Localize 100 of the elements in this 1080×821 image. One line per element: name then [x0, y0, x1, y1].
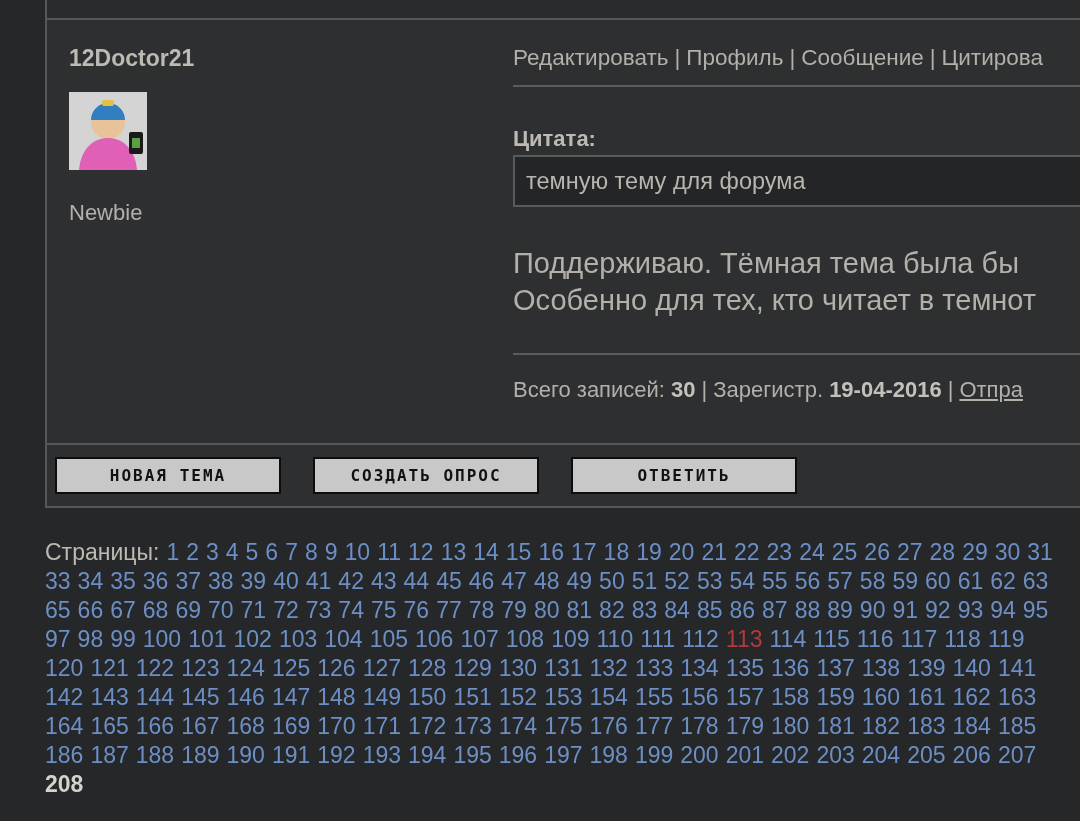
page-link[interactable]: 94: [990, 596, 1016, 625]
page-link[interactable]: 91: [892, 596, 919, 625]
page-link[interactable]: 186: [45, 741, 84, 770]
page-link[interactable]: 83: [631, 596, 658, 625]
page-link[interactable]: 187: [90, 741, 129, 770]
page-link[interactable]: 195: [453, 741, 492, 770]
page-link[interactable]: 199: [634, 741, 674, 770]
page-link[interactable]: 154: [589, 683, 628, 712]
page-link[interactable]: 134: [680, 654, 719, 683]
page-link[interactable]: 132: [589, 654, 628, 683]
page-link[interactable]: 34: [77, 567, 104, 596]
page-link[interactable]: 11: [377, 538, 402, 567]
page-link[interactable]: 133: [634, 654, 674, 683]
page-link[interactable]: 89: [827, 596, 853, 625]
page-link[interactable]: 108: [505, 625, 545, 654]
page-link[interactable]: 86: [729, 596, 756, 625]
page-link[interactable]: 46: [468, 567, 495, 596]
page-link[interactable]: 15: [505, 538, 532, 567]
page-link[interactable]: 107: [460, 625, 499, 654]
page-link[interactable]: 127: [362, 654, 401, 683]
page-link[interactable]: 3: [205, 538, 219, 567]
forum-button[interactable]: НОВАЯ ТЕМА: [55, 457, 281, 494]
page-link[interactable]: 22: [733, 538, 760, 567]
page-link[interactable]: 2: [186, 538, 199, 567]
page-link[interactable]: 156: [680, 683, 719, 712]
forum-button[interactable]: ОТВЕТИТЬ: [571, 457, 797, 494]
page-link[interactable]: 24: [799, 538, 825, 567]
page-link[interactable]: 136: [771, 654, 810, 683]
page-link[interactable]: 192: [317, 741, 356, 770]
page-link[interactable]: 104: [324, 625, 363, 654]
page-link[interactable]: 202: [771, 741, 810, 770]
page-link[interactable]: 80: [533, 596, 560, 625]
page-link[interactable]: 26: [864, 538, 890, 567]
page-link[interactable]: 62: [990, 567, 1016, 596]
page-link[interactable]: 42: [338, 567, 364, 596]
page-link[interactable]: 90: [859, 596, 886, 625]
page-link[interactable]: 117: [900, 625, 938, 654]
page-link[interactable]: 201: [725, 741, 764, 770]
page-link[interactable]: 97: [45, 625, 71, 654]
page-link[interactable]: 13: [440, 538, 467, 567]
page-link[interactable]: 166: [135, 712, 175, 741]
page-link[interactable]: 25: [831, 538, 858, 567]
page-link[interactable]: 102: [233, 625, 272, 654]
page-link[interactable]: 18: [603, 538, 630, 567]
page-link[interactable]: 204: [861, 741, 901, 770]
page-link[interactable]: 161: [907, 683, 946, 712]
page-link[interactable]: 200: [680, 741, 719, 770]
page-link[interactable]: 207: [997, 741, 1037, 770]
page-link[interactable]: 153: [544, 683, 583, 712]
page-link[interactable]: 137: [816, 654, 855, 683]
page-link[interactable]: 10: [344, 538, 371, 567]
page-link[interactable]: 60: [925, 567, 951, 596]
page-link[interactable]: 7: [285, 538, 298, 567]
post-action-link[interactable]: Профиль: [686, 44, 784, 72]
page-link[interactable]: 44: [403, 567, 430, 596]
page-link[interactable]: 45: [436, 567, 462, 596]
page-link[interactable]: 78: [468, 596, 495, 625]
page-link[interactable]: 63: [1022, 567, 1049, 596]
page-link[interactable]: 61: [957, 567, 984, 596]
page-link[interactable]: 170: [317, 712, 356, 741]
page-link[interactable]: 113: [725, 625, 763, 654]
page-link[interactable]: 93: [957, 596, 984, 625]
page-link[interactable]: 103: [278, 625, 318, 654]
page-link[interactable]: 123: [181, 654, 220, 683]
page-link[interactable]: 101: [188, 625, 227, 654]
page-link[interactable]: 100: [142, 625, 182, 654]
page-link[interactable]: 163: [997, 683, 1037, 712]
page-link[interactable]: 53: [696, 567, 723, 596]
page-link[interactable]: 177: [634, 712, 674, 741]
page-link[interactable]: 29: [962, 538, 988, 567]
page-link[interactable]: 77: [436, 596, 462, 625]
page-link[interactable]: 66: [77, 596, 104, 625]
page-link[interactable]: 206: [952, 741, 991, 770]
page-link[interactable]: 87: [762, 596, 788, 625]
post-action-link[interactable]: Сообщение: [801, 44, 924, 72]
page-link[interactable]: 16: [538, 538, 564, 567]
forum-button[interactable]: СОЗДАТЬ ОПРОС: [313, 457, 539, 494]
page-link[interactable]: 196: [498, 741, 538, 770]
page-link[interactable]: 69: [175, 596, 201, 625]
page-link[interactable]: 147: [271, 683, 311, 712]
page-link[interactable]: 8: [304, 538, 318, 567]
post-action-link[interactable]: Цитирова: [941, 44, 1043, 72]
page-link[interactable]: 157: [725, 683, 764, 712]
page-link[interactable]: 84: [664, 596, 690, 625]
page-link[interactable]: 181: [816, 712, 855, 741]
page-link[interactable]: 176: [589, 712, 628, 741]
page-link[interactable]: 169: [271, 712, 311, 741]
page-link[interactable]: 129: [453, 654, 492, 683]
page-link[interactable]: 167: [181, 712, 220, 741]
page-link[interactable]: 23: [766, 538, 793, 567]
page-link[interactable]: 114: [769, 625, 807, 654]
page-link[interactable]: 208: [45, 770, 84, 799]
page-link[interactable]: 39: [240, 567, 267, 596]
page-link[interactable]: 135: [725, 654, 764, 683]
page-link[interactable]: 50: [599, 567, 625, 596]
page-link[interactable]: 115: [813, 625, 850, 654]
page-link[interactable]: 56: [794, 567, 821, 596]
page-link[interactable]: 159: [816, 683, 855, 712]
page-link[interactable]: 40: [273, 567, 299, 596]
page-link[interactable]: 1: [166, 538, 180, 567]
